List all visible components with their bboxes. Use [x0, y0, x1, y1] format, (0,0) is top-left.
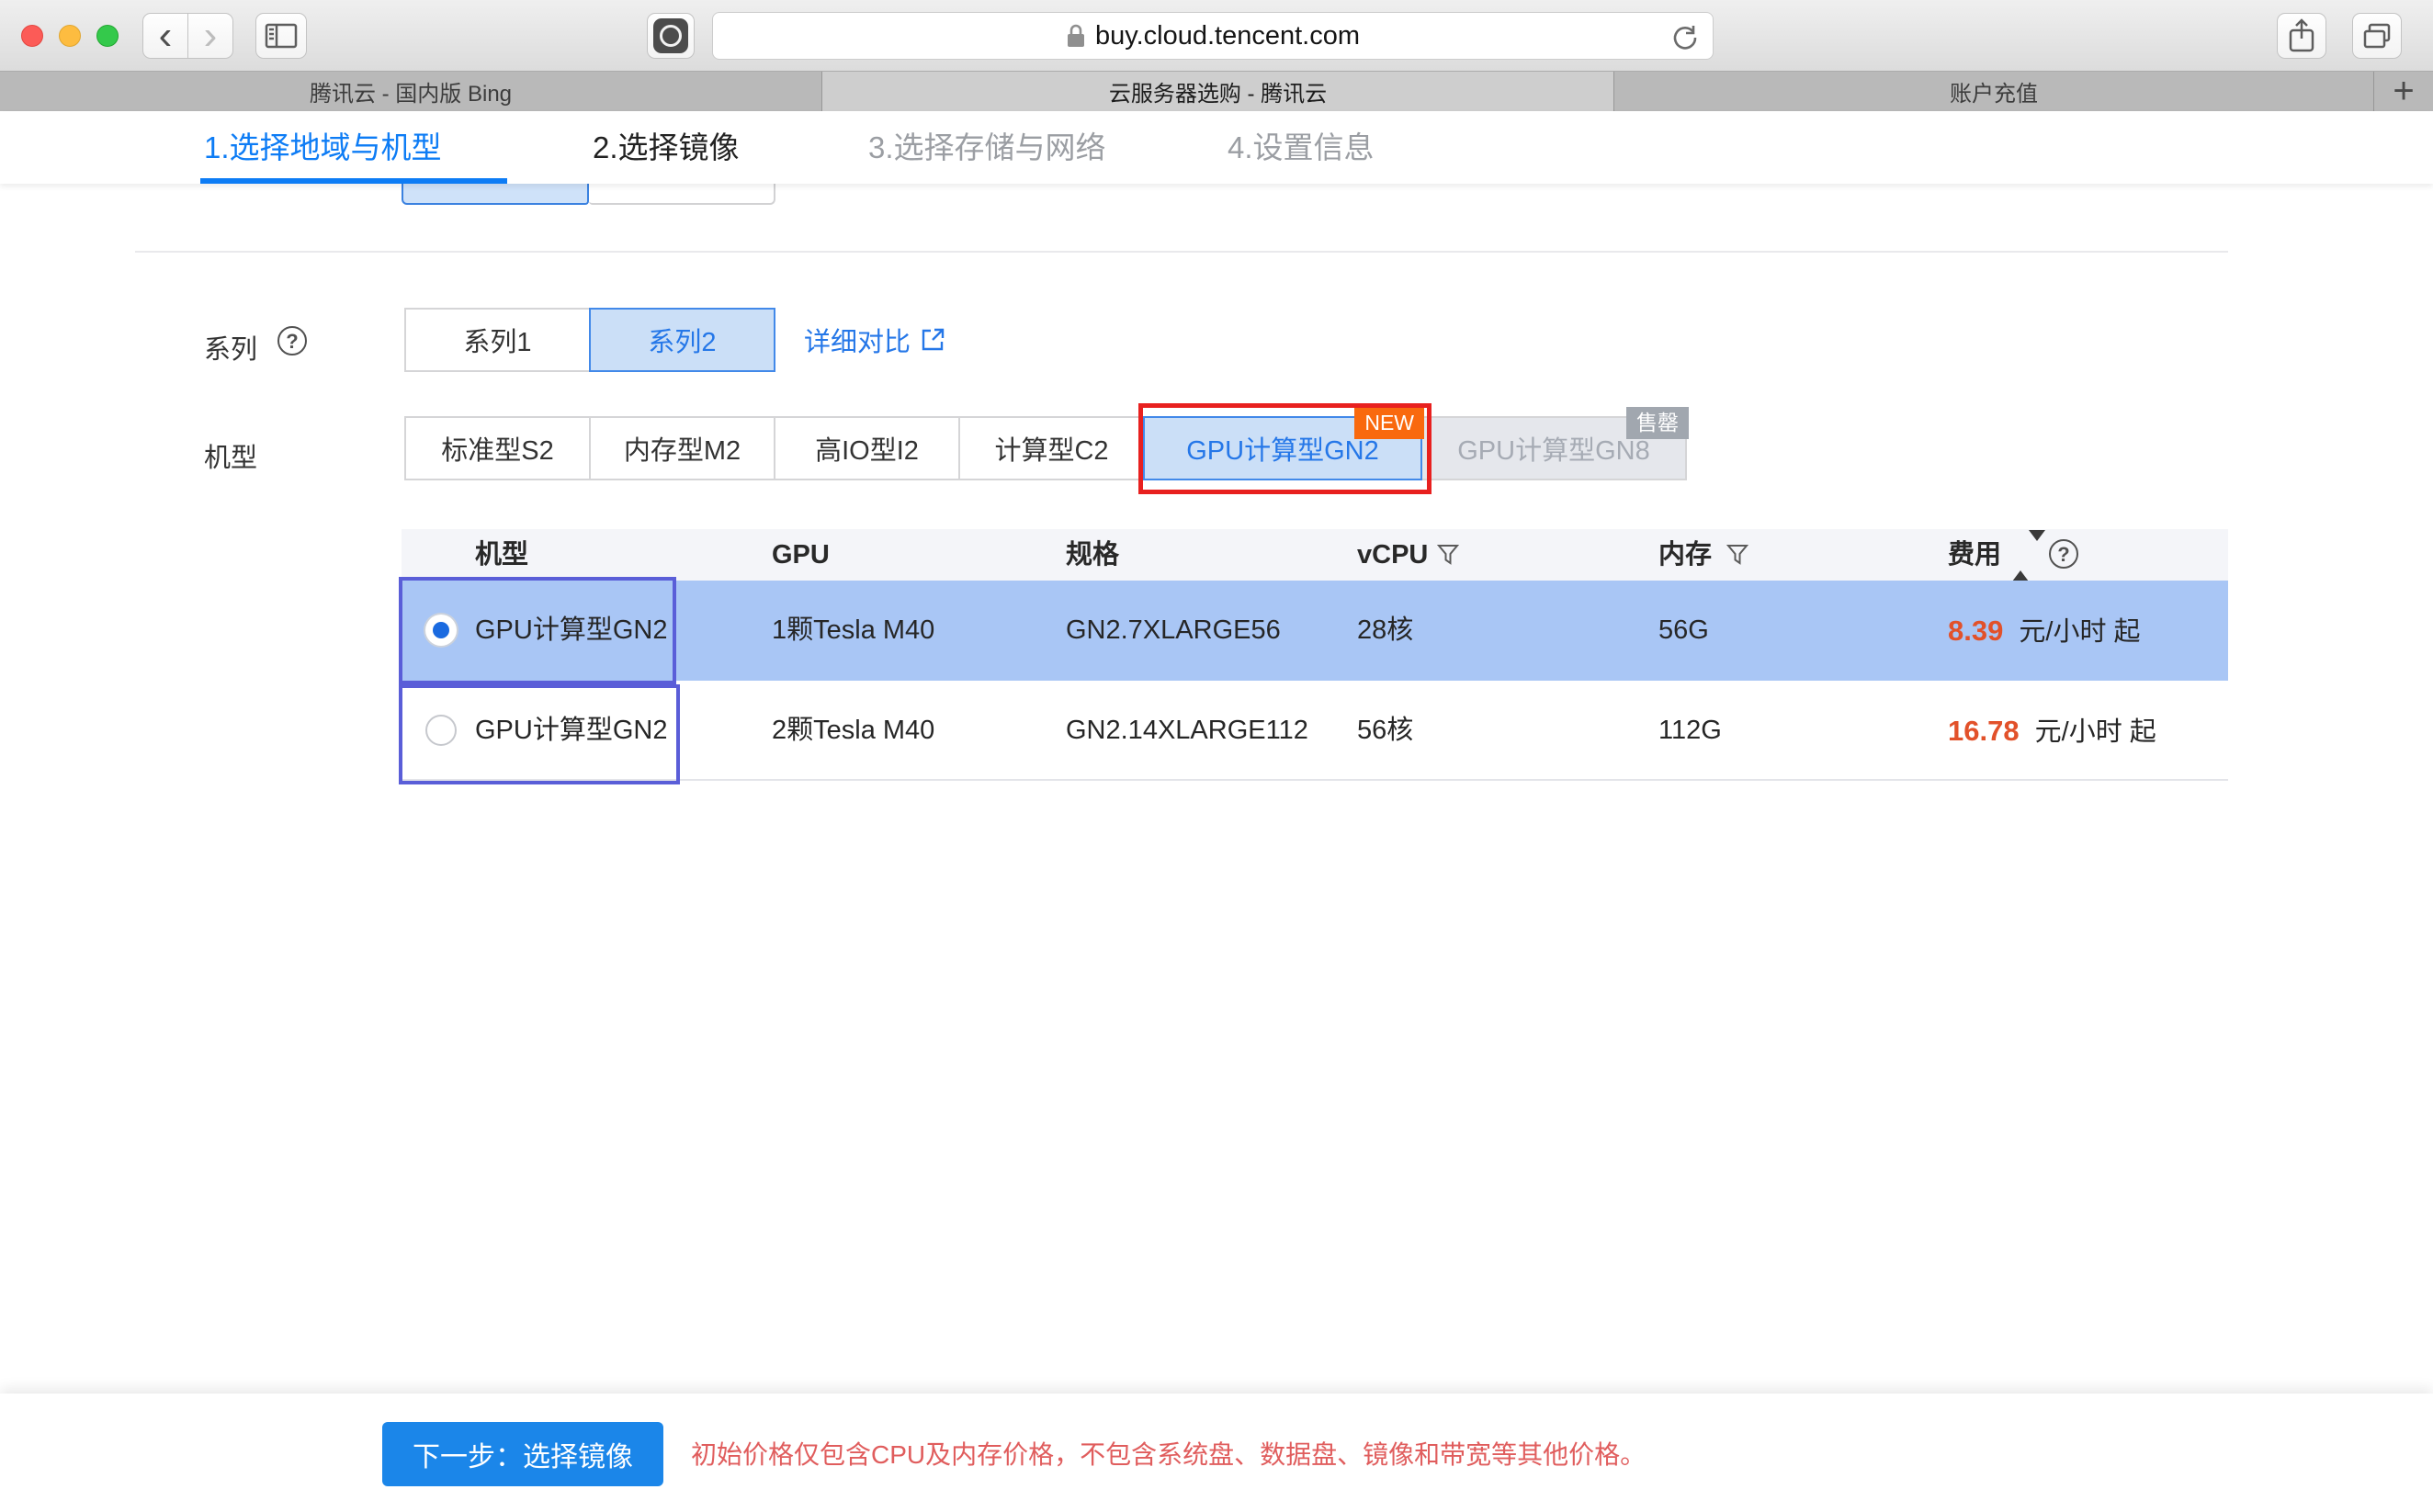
extension-button[interactable]: [647, 13, 695, 59]
forward-button[interactable]: ›: [187, 13, 233, 59]
share-button[interactable]: [2277, 13, 2326, 59]
forward-icon: ›: [204, 13, 218, 59]
minimize-window-button[interactable]: [59, 25, 81, 47]
cell-fee: 8.39 元/小时 起: [1948, 581, 2141, 683]
cell-spec: GN2.14XLARGE112: [1066, 681, 1308, 781]
section-divider: [135, 251, 2228, 253]
cell-fee: 16.78 元/小时 起: [1948, 681, 2156, 783]
cell-spec: GN2.7XLARGE56: [1066, 581, 1281, 681]
clipped-toggle-selected[interactable]: [402, 181, 589, 205]
type-gpu-gn8-button[interactable]: GPU计算型GN8 售罄: [1420, 416, 1687, 480]
cell-vcpu: 28核: [1357, 581, 1413, 681]
type-compute-c2-button[interactable]: 计算型C2: [958, 416, 1145, 480]
series-2-button[interactable]: 系列2: [589, 308, 775, 372]
back-button[interactable]: ‹: [142, 13, 188, 59]
header-fee: 费用: [1948, 529, 2001, 581]
screen-record-icon: [653, 18, 688, 53]
cell-gpu: 1颗Tesla M40: [772, 581, 934, 681]
header-vcpu: vCPU: [1357, 529, 1428, 581]
type-memory-m2-button[interactable]: 内存型M2: [589, 416, 775, 480]
step-image[interactable]: 2.选择镜像: [593, 111, 740, 184]
price-note: 初始价格仅包含CPU及内存价格，不包含系统盘、数据盘、镜像和带宽等其他价格。: [691, 1394, 1646, 1512]
back-icon: ‹: [159, 13, 173, 59]
share-icon: [2288, 18, 2315, 53]
tab-title: 账户充值: [1950, 75, 2038, 107]
cell-memory: 112G: [1658, 681, 1722, 781]
annotation-purple-box-row2: [399, 684, 680, 784]
clipped-toggle-unselected[interactable]: [589, 181, 775, 205]
machine-type-label: 机型: [204, 436, 257, 475]
step-navigation: 1.选择地域与机型 2.选择镜像 3.选择存储与网络 4.设置信息: [0, 111, 2433, 184]
annotation-purple-box-row1: [399, 577, 676, 684]
tab-bar: 腾讯云 - 国内版 Bing 云服务器选购 - 腾讯云 账户充值 +: [0, 72, 2433, 111]
step-region-and-model[interactable]: 1.选择地域与机型: [204, 111, 442, 184]
price-value: 16.78: [1948, 715, 2020, 747]
header-gpu: GPU: [772, 529, 830, 581]
type-standard-s2-button[interactable]: 标准型S2: [404, 416, 591, 480]
safari-window: ‹ › buy.cloud.tencent: [0, 0, 2433, 1512]
type-gn8-label: GPU计算型GN8: [1457, 429, 1649, 468]
header-spec: 规格: [1066, 529, 1119, 581]
machine-type-button-group: 标准型S2 内存型M2 高IO型I2 计算型C2 GPU计算型GN2 NEW G…: [404, 416, 1687, 480]
tab-title: 腾讯云 - 国内版 Bing: [310, 75, 512, 107]
tab-account-recharge[interactable]: 账户充值: [1614, 72, 2374, 111]
fee-sort-icon[interactable]: [2012, 541, 2031, 570]
series-label: 系列: [204, 328, 257, 367]
tab-server-purchase[interactable]: 云服务器选购 - 腾讯云: [822, 72, 1614, 111]
tab-title: 云服务器选购 - 腾讯云: [1109, 75, 1327, 107]
external-link-icon: [920, 327, 945, 353]
step-storage-network[interactable]: 3.选择存储与网络: [868, 111, 1106, 184]
footer-bar: 下一步：选择镜像 初始价格仅包含CPU及内存价格，不包含系统盘、数据盘、镜像和带…: [0, 1394, 2433, 1512]
cell-gpu: 2颗Tesla M40: [772, 681, 934, 781]
header-memory: 内存: [1658, 529, 1712, 581]
maximize-window-button[interactable]: [96, 25, 119, 47]
new-tab-button[interactable]: +: [2374, 72, 2433, 111]
tab-bing[interactable]: 腾讯云 - 国内版 Bing: [0, 72, 822, 111]
fee-help-icon[interactable]: ?: [2049, 539, 2078, 569]
series-help-icon[interactable]: ?: [277, 326, 307, 355]
active-step-underline: [200, 178, 507, 184]
url-text: buy.cloud.tencent.com: [1095, 21, 1360, 51]
soldout-badge: 售罄: [1626, 407, 1689, 439]
reload-icon[interactable]: [1670, 23, 1700, 52]
compare-link-label: 详细对比: [804, 321, 911, 359]
step-settings[interactable]: 4.设置信息: [1228, 111, 1375, 184]
price-unit: 元/小时 起: [2035, 717, 2156, 747]
address-bar[interactable]: buy.cloud.tencent.com: [712, 12, 1714, 60]
cell-memory: 56G: [1658, 581, 1709, 681]
table-header: 机型 GPU 规格 vCPU 内存 费用 ?: [402, 529, 2228, 581]
annotation-red-box: [1138, 403, 1432, 494]
cell-vcpu: 56核: [1357, 681, 1413, 781]
type-highio-i2-button[interactable]: 高IO型I2: [774, 416, 960, 480]
lock-icon: [1066, 22, 1086, 50]
series-1-button[interactable]: 系列1: [404, 308, 591, 372]
sidebar-toggle-button[interactable]: [255, 13, 307, 59]
tab-overview-button[interactable]: [2352, 13, 2402, 59]
detailed-compare-link[interactable]: 详细对比: [804, 322, 945, 357]
clipped-toggle-group: [402, 181, 775, 205]
header-model: 机型: [475, 529, 528, 581]
sidebar-icon: [265, 23, 298, 49]
memory-filter-icon[interactable]: [1726, 544, 1748, 566]
price-value: 8.39: [1948, 615, 2003, 647]
plus-icon: +: [2393, 71, 2414, 112]
vcpu-filter-icon[interactable]: [1437, 544, 1459, 566]
tab-overview-icon: [2362, 22, 2392, 50]
browser-toolbar: ‹ › buy.cloud.tencent: [0, 0, 2433, 72]
close-window-button[interactable]: [21, 25, 43, 47]
price-unit: 元/小时 起: [2019, 617, 2140, 647]
series-button-group: 系列1 系列2: [404, 308, 775, 372]
next-step-button[interactable]: 下一步：选择镜像: [382, 1422, 663, 1486]
